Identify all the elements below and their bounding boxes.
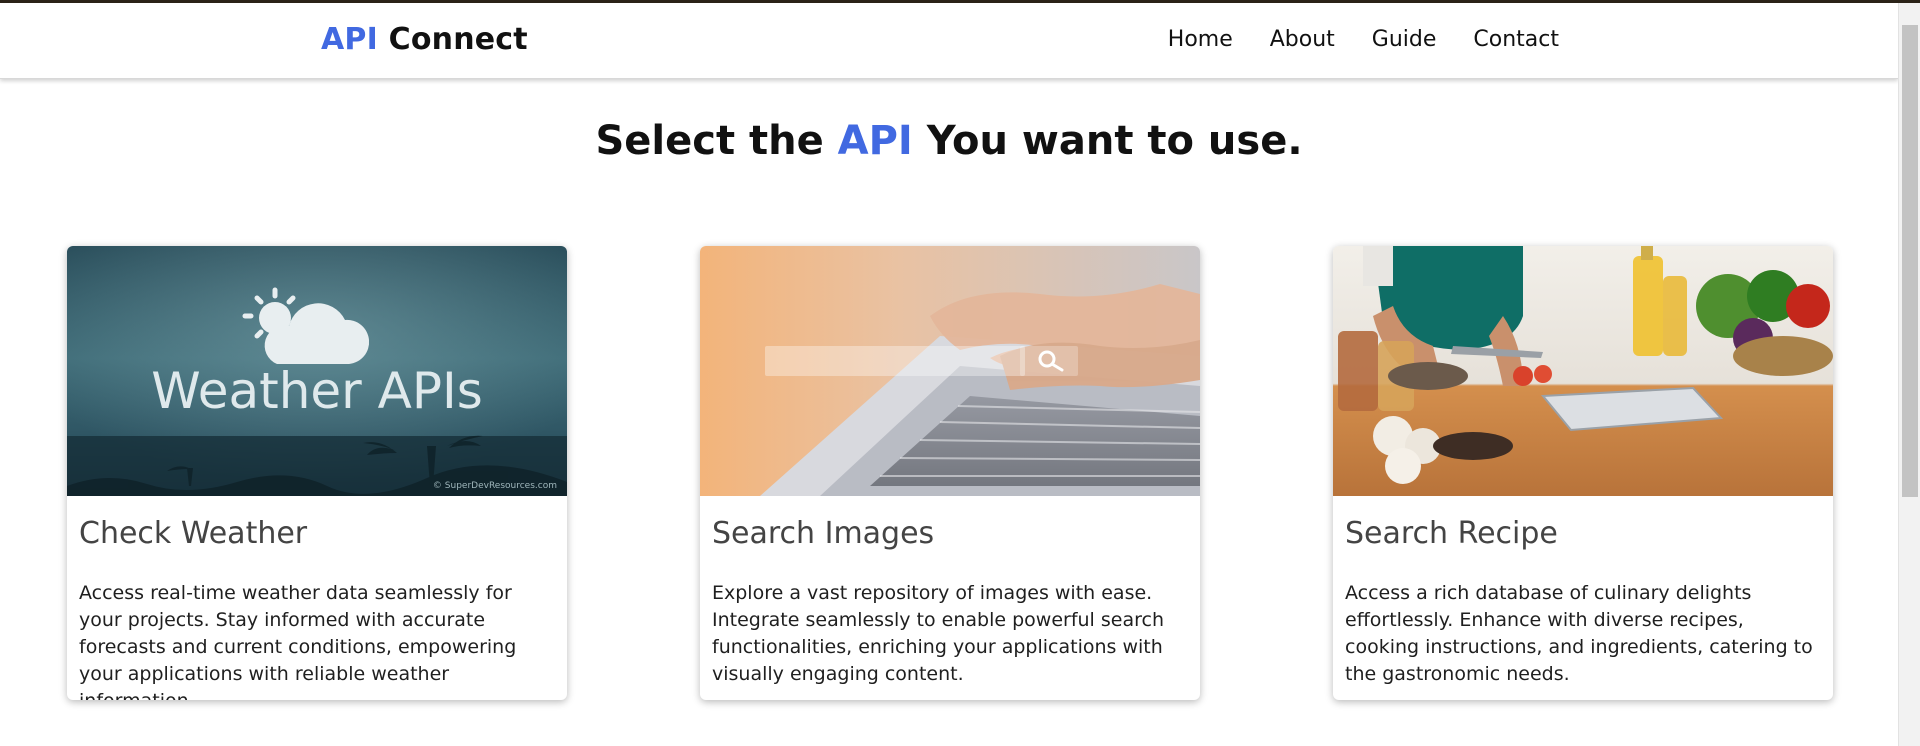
logo-text: Connect <box>377 22 528 57</box>
title-accent: API <box>837 118 913 164</box>
recipe-image-art <box>1333 246 1833 496</box>
card-description: Access a rich database of culinary delig… <box>1345 582 1813 685</box>
nav-guide[interactable]: Guide <box>1372 27 1437 52</box>
card-search-recipe[interactable]: Search Recipe Access a rich database of … <box>1333 246 1833 700</box>
weather-image: Weather APIs © SuperDevResources.com <box>67 246 567 496</box>
card-description: Explore a vast repository of images with… <box>712 582 1164 685</box>
search-image <box>700 246 1200 496</box>
logo[interactable]: API Connect <box>321 22 528 57</box>
logo-accent: API <box>321 22 378 57</box>
card-description: Access real-time weather data seamlessly… <box>79 582 517 700</box>
card-title: Search Images <box>712 516 935 551</box>
nav-contact[interactable]: Contact <box>1473 27 1559 52</box>
nav-about[interactable]: About <box>1270 27 1335 52</box>
title-after: You want to use. <box>912 118 1303 164</box>
title-before: Select the <box>595 118 838 164</box>
navbar: API Connect Home About Guide Contact <box>0 3 1898 79</box>
card-check-weather[interactable]: Weather APIs © SuperDevResources.com Che… <box>67 246 567 700</box>
main-nav: Home About Guide Contact <box>1168 27 1559 52</box>
page-title: Select the API You want to use. <box>0 118 1898 164</box>
vertical-scrollbar[interactable] <box>1898 3 1920 746</box>
weather-image-credit: © SuperDevResources.com <box>433 481 557 491</box>
nav-home[interactable]: Home <box>1168 27 1233 52</box>
weather-image-text: Weather APIs <box>151 362 483 420</box>
card-search-images[interactable]: Search Images Explore a vast repository … <box>700 246 1200 700</box>
search-image-art <box>700 246 1200 496</box>
weather-image-art: Weather APIs © SuperDevResources.com <box>67 246 567 496</box>
scrollbar-thumb[interactable] <box>1902 25 1918 497</box>
card-title: Search Recipe <box>1345 516 1558 551</box>
recipe-image <box>1333 246 1833 496</box>
card-title: Check Weather <box>79 516 308 551</box>
